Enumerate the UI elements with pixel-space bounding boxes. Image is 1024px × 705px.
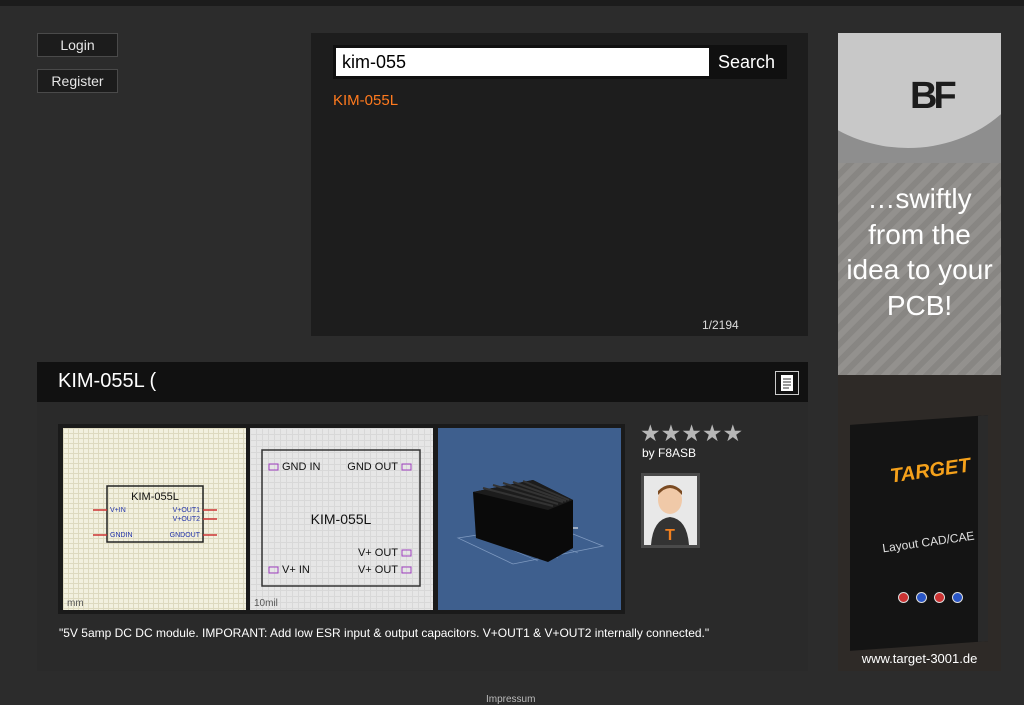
star-icon[interactable]: ★ [661,420,682,446]
schematic-pin-label: GNDOUT [170,532,201,539]
search-button[interactable]: Search [709,48,784,76]
author-label: by F8ASB [642,446,697,460]
pcb-pin-label: V+ OUT [358,547,398,559]
flag-icon [898,592,909,603]
ad-tagline: …swiftly from the idea to your PCB! [846,183,993,321]
star-icon[interactable]: ★ [702,420,723,446]
pcb-pin-label: V+ IN [282,564,310,576]
ad-tagline-section: …swiftly from the idea to your PCB! [838,163,1001,375]
pcb-pin-label: GND OUT [347,461,398,473]
search-box: Search [333,45,787,79]
schematic-part-name: KIM-055L [131,491,179,503]
pcb-pin-label: V+ OUT [358,564,398,576]
3d-model-thumbnail[interactable] [438,428,621,610]
part-detail-header: KIM-055L ( [37,362,808,402]
schematic-pin-label: V+OUT2 [173,516,201,523]
star-icon[interactable]: ★ [681,420,702,446]
imprint-link[interactable]: Impressum [486,694,535,705]
schematic-pin-label: V+OUT1 [173,507,201,514]
ad-flags [898,590,970,608]
star-icon[interactable]: ★ [640,420,661,446]
pcb-pin-label: GND IN [282,461,321,473]
part-thumbnails: KIM-055L V+IN GNDIN V+OUT1 V+OUT2 GNDOUT… [58,424,625,614]
login-button[interactable]: Login [37,33,118,57]
ad-banner[interactable]: BF …swiftly from the idea to your PCB! T… [838,33,1001,671]
result-count: 1/2194 [702,318,739,332]
rating-stars[interactable]: ★★★★★ [640,422,743,446]
pcb-thumbnail[interactable]: KIM-055L GND IN GND OUT V+ OUT V+ OUT V+… [250,428,433,610]
ad-top-section: BF [838,33,1001,163]
pcb-unit: 10mil [254,598,278,609]
flag-icon [916,592,927,603]
schematic-pin-label: GNDIN [110,532,133,539]
pcb-part-name: KIM-055L [311,511,372,527]
document-icon[interactable] [775,371,799,395]
search-panel: Search KIM-055L 1/2194 [311,33,808,336]
flag-icon [934,592,945,603]
search-result-link[interactable]: KIM-055L [333,92,398,109]
top-strip [0,0,1024,6]
ad-url: www.target-3001.de [861,651,978,666]
star-icon[interactable]: ★ [723,420,744,446]
schematic-thumbnail[interactable]: KIM-055L V+IN GNDIN V+OUT1 V+OUT2 GNDOUT… [63,428,246,610]
ad-logo: BF [910,75,957,117]
avatar[interactable]: T [641,473,700,548]
schematic-unit: mm [67,598,84,609]
svg-text:T: T [665,527,675,544]
schematic-pin-label: V+IN [110,507,126,514]
part-description: "5V 5amp DC DC module. IMPORANT: Add low… [59,626,710,640]
flag-icon [952,592,963,603]
register-button[interactable]: Register [37,69,118,93]
search-input[interactable] [336,48,714,76]
ad-product-section: TARGET Layout CAD/CAE www.target-3001.de [838,375,1001,671]
part-title: KIM-055L ( [58,370,157,392]
